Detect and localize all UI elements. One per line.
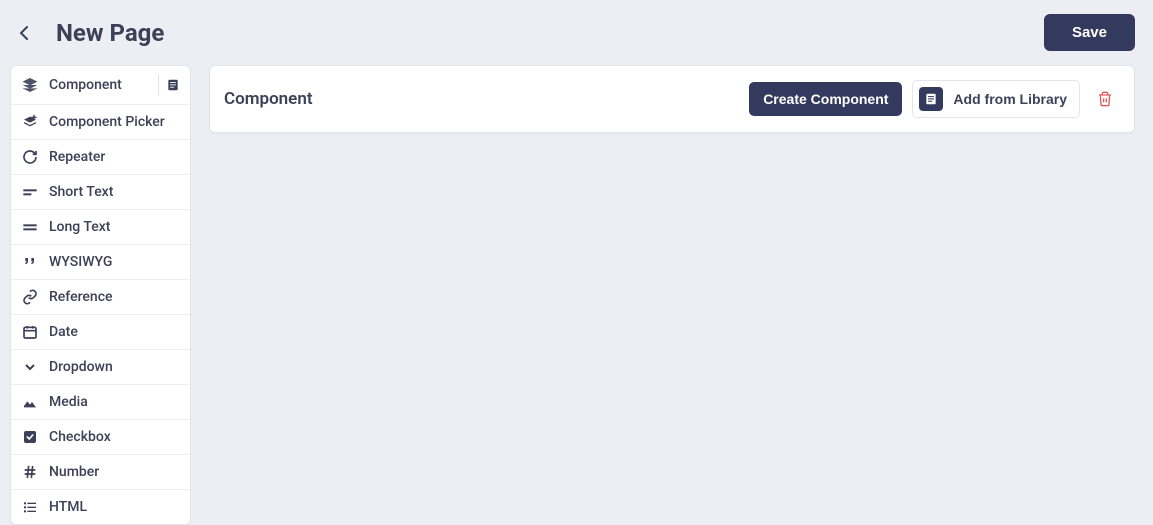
sidebar-item-repeater[interactable]: Repeater (11, 140, 190, 175)
sidebar-item-dropdown[interactable]: Dropdown (11, 350, 190, 385)
sidebar-item-label: Number (49, 464, 180, 480)
repeat-icon (21, 148, 39, 166)
sidebar-item-short-text[interactable]: Short Text (11, 175, 190, 210)
body: Component Component Picker Repeater Shor… (0, 65, 1153, 525)
sidebar-item-number[interactable]: Number (11, 455, 190, 490)
chevron-down-icon (21, 358, 39, 376)
sidebar-item-label: Component (49, 77, 144, 93)
header-left: New Page (14, 19, 164, 47)
layers-icon (21, 76, 39, 94)
sidebar-item-wysiwyg[interactable]: WYSIWYG (11, 245, 190, 280)
trash-icon (1097, 90, 1113, 108)
card-actions: Create Component Add from Library (749, 80, 1120, 118)
create-component-button[interactable]: Create Component (749, 82, 902, 116)
component-title: Component (224, 89, 313, 109)
short-text-icon (21, 183, 39, 201)
sidebar-item-label: Long Text (49, 219, 180, 235)
hash-icon (21, 463, 39, 481)
sideb?item-label: HTML (49, 499, 180, 515)
sidebar-item-label: Component Picker (49, 114, 180, 130)
sidebar-item-html[interactable]: HTML (11, 490, 190, 524)
sidebar-item-label: WYSIWYG (49, 254, 180, 270)
library-shortcut-icon[interactable] (158, 74, 180, 96)
sidebar-item-checkbox[interactable]: Checkbox (11, 420, 190, 455)
sidebar-item-component-picker[interactable]: Component Picker (11, 105, 190, 140)
calendar-icon (21, 323, 39, 341)
delete-button[interactable] (1090, 84, 1120, 114)
sidebar-item-component[interactable]: Component (11, 66, 190, 105)
save-button[interactable]: Save (1044, 14, 1135, 51)
quote-icon (21, 253, 39, 271)
main-area: Component Create Component Add from Libr… (209, 65, 1135, 525)
sidebar-item-long-text[interactable]: Long Text (11, 210, 190, 245)
sidebar-item-label: Short Text (49, 184, 180, 200)
sidebar-item-label: Repeater (49, 149, 180, 165)
component-card: Component Create Component Add from Libr… (209, 65, 1135, 133)
sidebar-item-label: Reference (49, 289, 180, 305)
checkbox-icon (21, 428, 39, 446)
back-button[interactable] (14, 23, 34, 43)
sidebar-item-date[interactable]: Date (11, 315, 190, 350)
sidebar-item-label: Checkbox (49, 429, 180, 445)
sidebar-item-label: Dropdown (49, 359, 180, 375)
library-icon (919, 87, 943, 111)
layers-pick-icon (21, 113, 39, 131)
image-icon (21, 393, 39, 411)
sidebar-item-reference[interactable]: Reference (11, 280, 190, 315)
list-icon (21, 498, 39, 516)
header: New Page Save (0, 0, 1153, 65)
page-title: New Page (56, 19, 164, 47)
sidebar: Component Component Picker Repeater Shor… (10, 65, 191, 525)
sidebar-item-media[interactable]: Media (11, 385, 190, 420)
link-icon (21, 288, 39, 306)
sidebar-item-label: Date (49, 324, 180, 340)
add-from-library-label: Add from Library (953, 91, 1067, 107)
chevron-left-icon (20, 26, 28, 40)
long-text-icon (21, 218, 39, 236)
sidebar-item-label: Media (49, 394, 180, 410)
add-from-library-button[interactable]: Add from Library (912, 80, 1080, 118)
